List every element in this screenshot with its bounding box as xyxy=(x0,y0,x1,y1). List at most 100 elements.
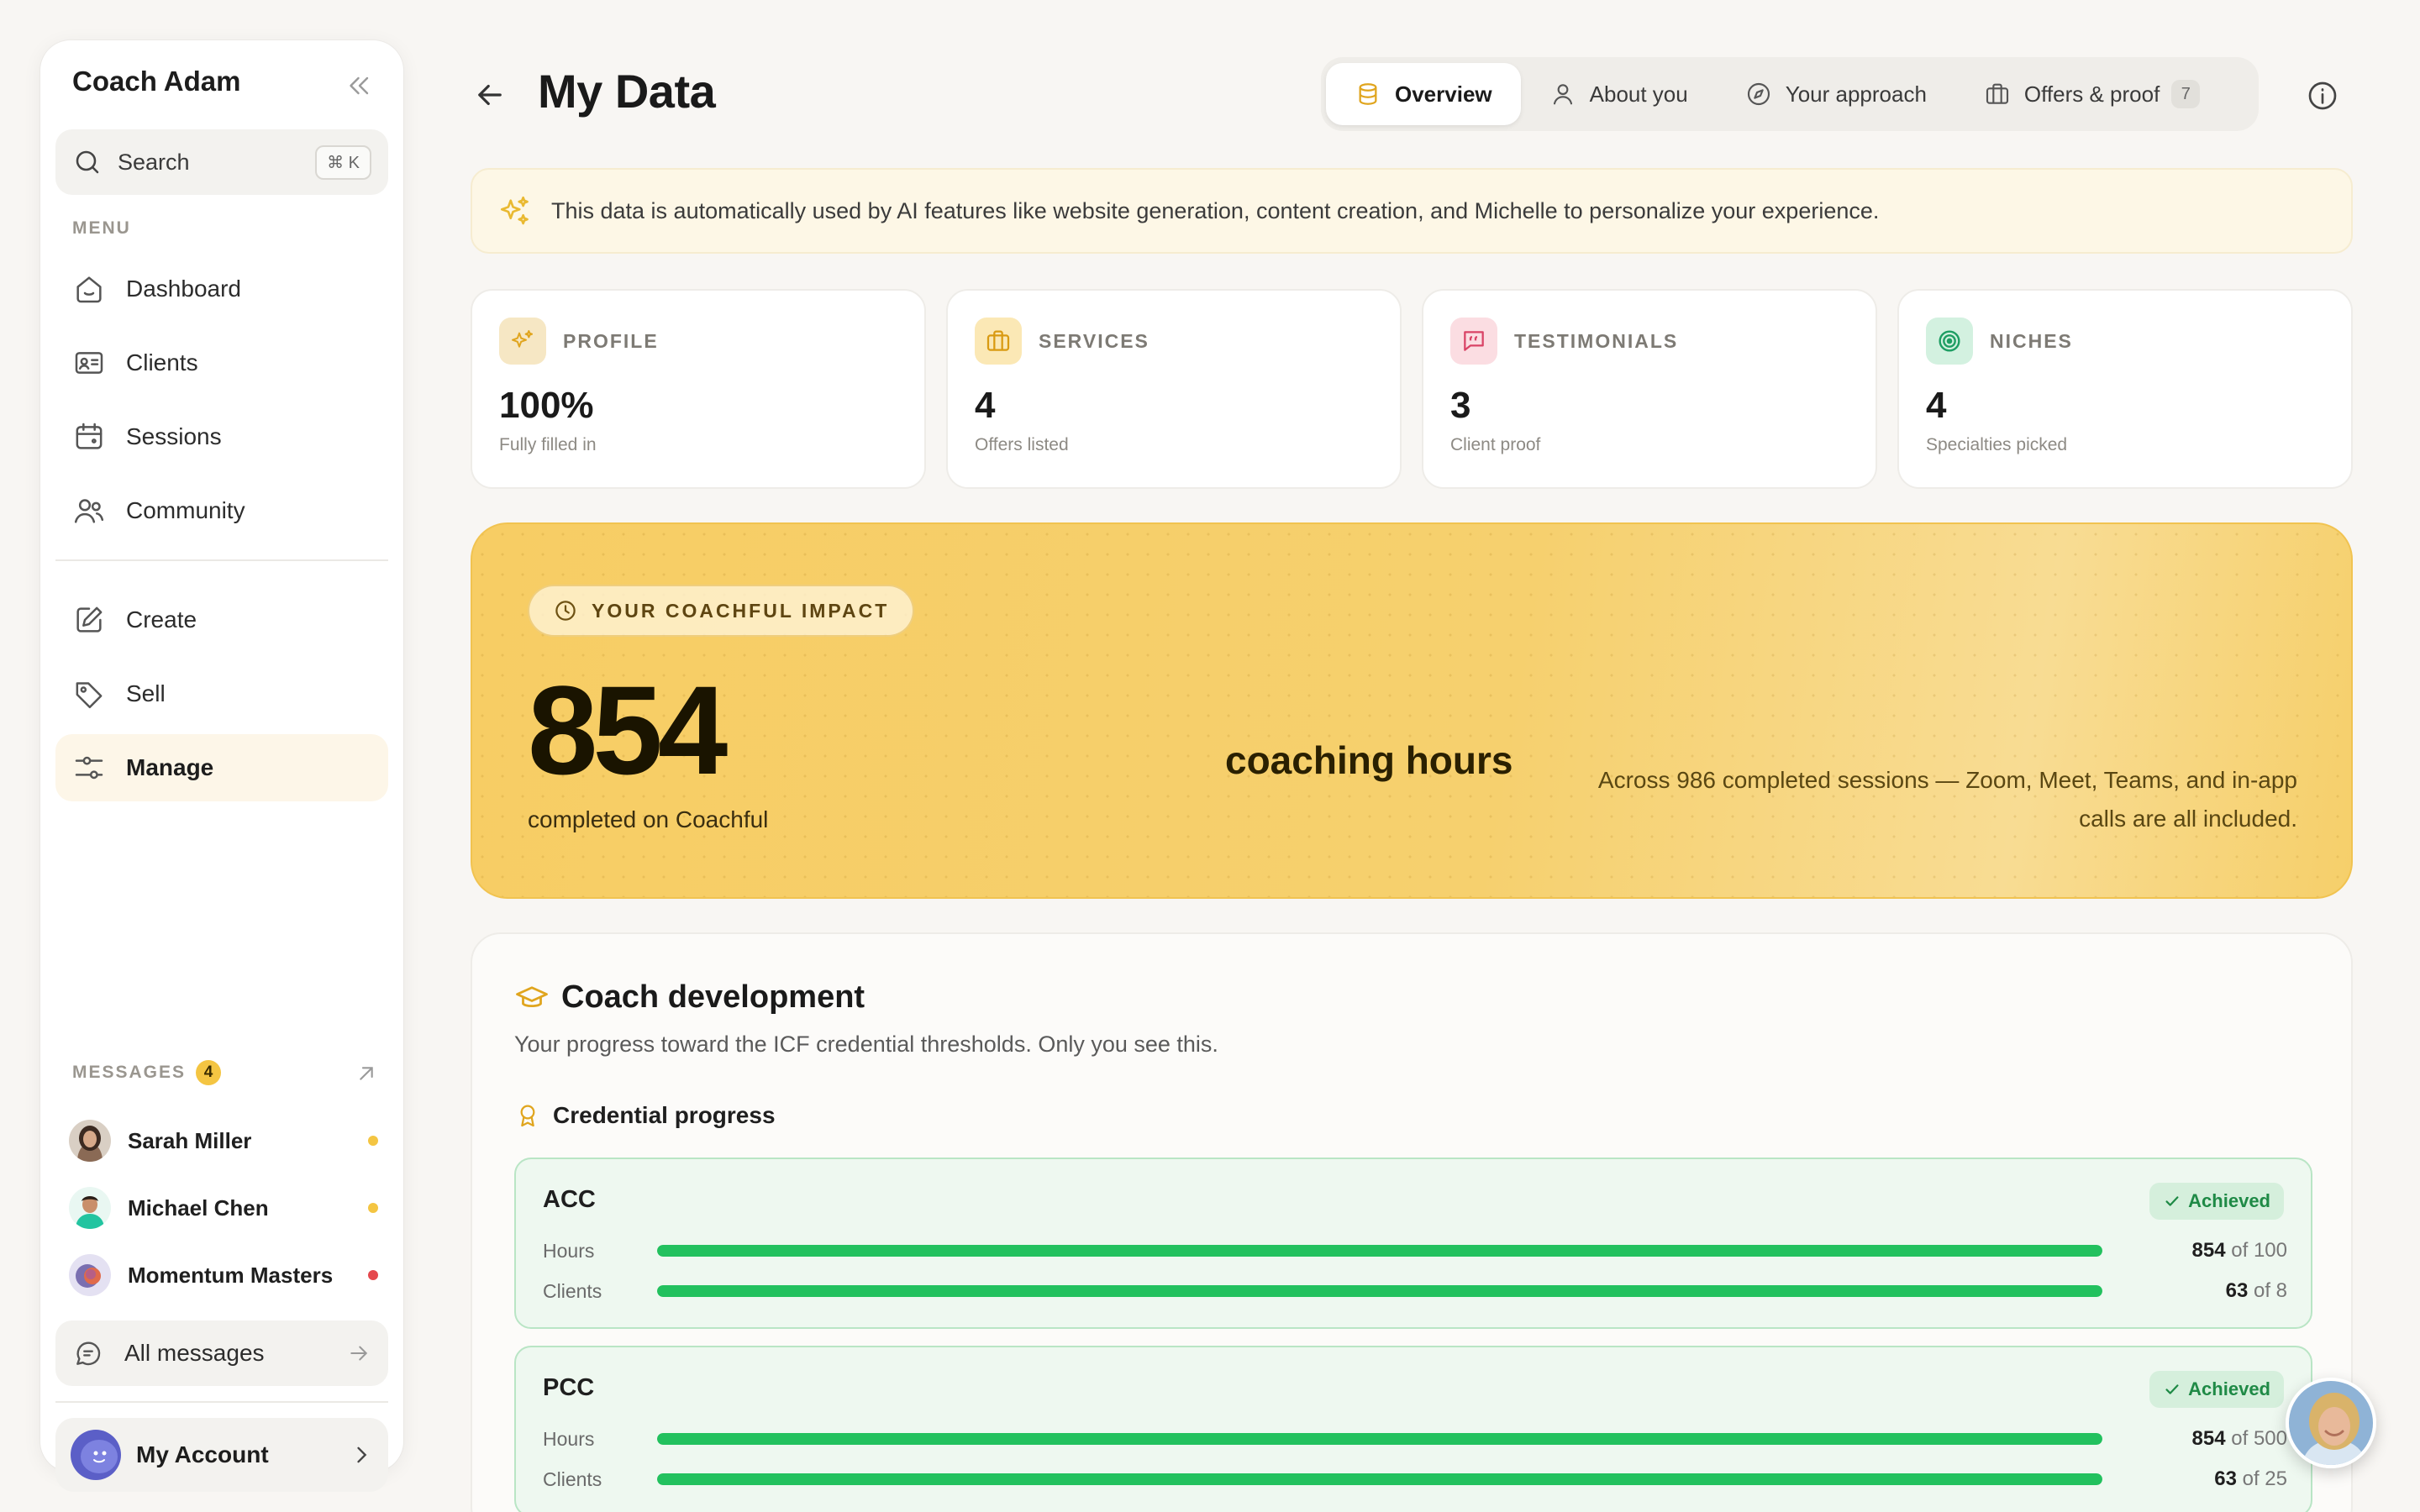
tab-offers-proof[interactable]: Offers & proof 7 xyxy=(1955,63,2228,125)
metric-clients: Clients 63 of 8 xyxy=(543,1278,2287,1304)
section-subtitle: Your progress toward the ICF credential … xyxy=(514,1032,1218,1057)
metric-clients: Clients 63 of 25 xyxy=(543,1467,2287,1492)
tab-label: Overview xyxy=(1395,81,1492,107)
metric-label: Clients xyxy=(543,1467,602,1490)
progress-fill xyxy=(657,1285,2102,1297)
calendar-icon xyxy=(72,420,106,454)
sidebar-item-label: Dashboard xyxy=(126,276,241,302)
stat-card-services[interactable]: SERVICES 4 Offers listed xyxy=(946,289,1402,489)
search-icon xyxy=(72,147,103,177)
stat-card-testimonials[interactable]: TESTIMONIALS 3 Client proof xyxy=(1422,289,1877,489)
sidebar-item-label: Sessions xyxy=(126,423,222,449)
metric-label: Hours xyxy=(543,1427,595,1450)
tab-about-you[interactable]: About you xyxy=(1521,63,1717,125)
unread-dot xyxy=(368,1270,378,1280)
target-icon xyxy=(1926,318,1973,365)
info-icon[interactable] xyxy=(2306,79,2339,113)
progress-fill xyxy=(657,1433,2102,1445)
status-label: Achieved xyxy=(2188,1378,2270,1399)
coaching-hours-number: 854 xyxy=(528,659,728,801)
stat-value: 4 xyxy=(975,385,996,426)
messages-section-label: MESSAGES 4 xyxy=(72,1060,222,1085)
sidebar-divider xyxy=(55,1401,388,1403)
sidebar-item-label: Sell xyxy=(126,680,166,706)
search-button[interactable]: Search ⌘ K xyxy=(55,129,388,195)
avatar xyxy=(69,1254,111,1296)
credential-name: ACC xyxy=(543,1186,596,1213)
account-avatar xyxy=(71,1430,121,1480)
sparkles-icon xyxy=(499,318,546,365)
tab-your-approach[interactable]: Your approach xyxy=(1717,63,1955,125)
compass-icon xyxy=(1745,81,1772,108)
tab-overview[interactable]: Overview xyxy=(1326,63,1521,125)
ai-usage-notice: This data is automatically used by AI fe… xyxy=(471,168,2353,254)
avatar xyxy=(69,1120,111,1162)
sidebar-item-manage[interactable]: Manage xyxy=(55,734,388,801)
sidebar-item-sessions[interactable]: Sessions xyxy=(55,403,388,470)
all-messages-label: All messages xyxy=(124,1340,265,1366)
achieved-badge: Achieved xyxy=(2149,1371,2284,1408)
coachful-impact-card: YOUR COACHFUL IMPACT 854 coaching hours … xyxy=(471,522,2353,899)
collapse-sidebar-icon[interactable] xyxy=(345,71,375,101)
stat-value: 4 xyxy=(1926,385,1947,426)
credential-progress-title: Credential progress xyxy=(553,1102,776,1128)
workspace-title: Coach Adam xyxy=(72,66,241,97)
my-account-button[interactable]: My Account xyxy=(55,1418,388,1492)
notice-text: This data is automatically used by AI fe… xyxy=(551,197,1880,223)
progress-fill xyxy=(657,1473,2102,1485)
sidebar: Coach Adam Search ⌘ K MENU Dashboard Cli… xyxy=(40,40,403,1492)
tab-label: Offers & proof xyxy=(2023,81,2160,107)
avatar xyxy=(69,1187,111,1229)
user-icon xyxy=(1549,81,1576,108)
metric-value: 854 of 100 xyxy=(2191,1239,2287,1262)
progress-fill xyxy=(657,1245,2102,1257)
thread-name: Momentum Masters xyxy=(128,1262,334,1288)
coaching-hours-unit: coaching hours xyxy=(1225,738,1513,782)
tab-label: Your approach xyxy=(1785,81,1927,107)
sidebar-item-dashboard[interactable]: Dashboard xyxy=(55,255,388,323)
briefcase-icon xyxy=(975,318,1022,365)
arrow-right-icon xyxy=(346,1341,371,1366)
metric-label: Hours xyxy=(543,1239,595,1262)
sidebar-item-community[interactable]: Community xyxy=(55,477,388,544)
sliders-icon xyxy=(72,751,106,785)
sidebar-item-clients[interactable]: Clients xyxy=(55,329,388,396)
progress-bar xyxy=(657,1433,2102,1445)
chat-icon xyxy=(72,1337,104,1369)
stat-caption: NICHES xyxy=(1990,329,2073,352)
account-label: My Account xyxy=(136,1441,269,1467)
stat-caption: SERVICES xyxy=(1039,329,1150,352)
all-messages-button[interactable]: All messages xyxy=(55,1320,388,1386)
sidebar-item-create[interactable]: Create xyxy=(55,586,388,654)
unread-dot xyxy=(368,1203,378,1213)
dot-pattern xyxy=(472,524,2351,897)
stat-value: 100% xyxy=(499,385,594,426)
sidebar-item-label: Clients xyxy=(126,349,198,375)
achieved-badge: Achieved xyxy=(2149,1183,2284,1220)
award-icon xyxy=(514,1102,541,1129)
sidebar-item-sell[interactable]: Sell xyxy=(55,660,388,727)
metric-label: Clients xyxy=(543,1279,602,1302)
credential-progress-heading: Credential progress xyxy=(514,1102,776,1129)
check-icon xyxy=(2163,1192,2181,1210)
database-icon xyxy=(1355,81,1381,108)
credential-name: PCC xyxy=(543,1374,595,1401)
id-card-icon xyxy=(72,346,106,380)
thread-name: Sarah Miller xyxy=(128,1127,252,1153)
message-thread-michael-chen[interactable]: Michael Chen xyxy=(69,1183,388,1233)
graduation-cap-icon xyxy=(514,980,550,1016)
sidebar-item-label: Community xyxy=(126,497,245,523)
stat-value: 3 xyxy=(1450,385,1471,426)
open-messages-icon[interactable] xyxy=(353,1060,380,1087)
message-thread-momentum-masters[interactable]: Momentum Masters xyxy=(69,1250,388,1300)
assistant-avatar-button[interactable] xyxy=(2286,1378,2376,1468)
back-arrow-icon[interactable] xyxy=(472,77,508,113)
stat-card-profile[interactable]: PROFILE 100% Fully filled in xyxy=(471,289,926,489)
quote-icon xyxy=(1450,318,1497,365)
message-thread-sarah-miller[interactable]: Sarah Miller xyxy=(69,1116,388,1166)
stat-card-niches[interactable]: NICHES 4 Specialties picked xyxy=(1897,289,2353,489)
credential-card-acc: ACC Achieved Hours 854 of 100 Clients 63… xyxy=(514,1158,2312,1329)
progress-bar xyxy=(657,1473,2102,1485)
progress-bar xyxy=(657,1285,2102,1297)
clock-icon xyxy=(553,598,578,623)
